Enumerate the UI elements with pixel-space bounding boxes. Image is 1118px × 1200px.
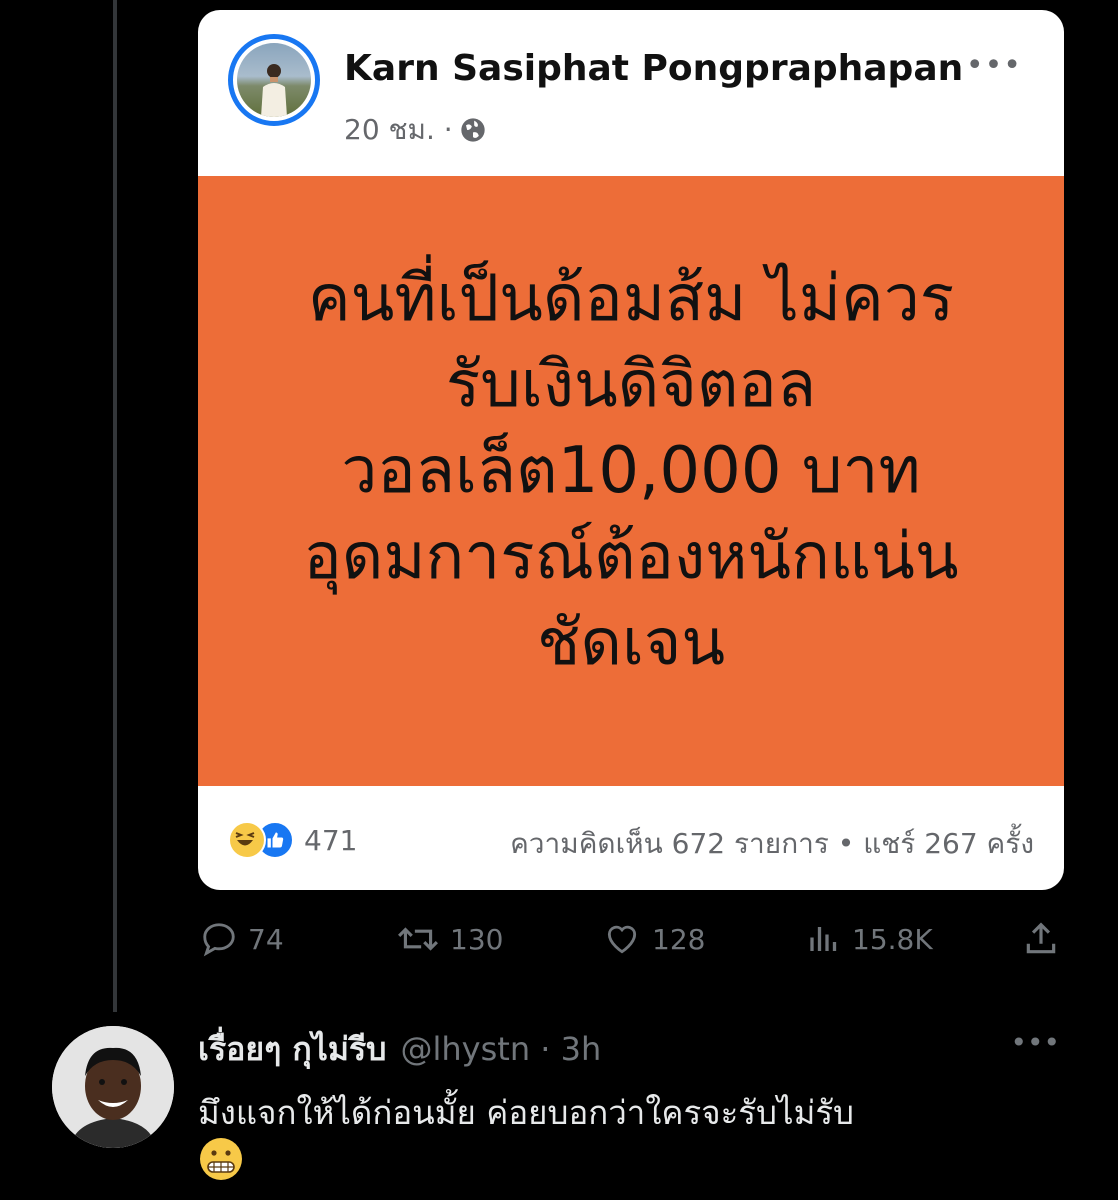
retweet-count: 130 [450,922,504,956]
fb-author-avatar [228,34,320,126]
fb-post-time: 20 ชม. · [344,113,453,146]
reply-user-avatar[interactable] [52,1026,174,1148]
retweet-icon [398,927,438,951]
post-image-text: คนที่เป็นด้อมส้ม ไม่ควร รับเงินดิจิตอล ว… [251,256,1011,686]
globe-icon [461,118,485,142]
retweet-button[interactable]: 130 [396,912,503,966]
reply-header: เรื่อยๆ กุไม่รีบ @lhystn · 3h [198,1024,601,1068]
grimacing-face-emoji-icon [198,1136,244,1182]
like-count: 128 [652,922,706,956]
share-icon [1026,922,1056,954]
like-button[interactable]: 128 [602,912,705,966]
image-text-line: วอลเล็ต10,000 บาท [341,434,921,508]
reply-icon [203,923,235,957]
fb-comments-shares[interactable]: ความคิดเห็น 672 รายการ • แชร์ 267 ครั้ง [510,822,1034,866]
tweet-action-bar: 74 130 128 15.8K [198,912,1064,966]
reaction-count: 471 [304,823,358,857]
reply-more-dots-icon[interactable]: ••• [1010,1026,1060,1059]
reply-handle-time[interactable]: @lhystn · 3h [400,1030,601,1068]
haha-emoji-icon [228,821,266,859]
view-count: 15.8K [852,922,933,956]
reply-display-name[interactable]: เรื่อยๆ กุไม่รีบ [198,1024,386,1075]
image-text-line: รับเงินดิจิตอล [445,348,817,422]
fb-author-name[interactable]: Karn Sasiphat Pongpraphapan [344,48,963,89]
fb-reactions[interactable]: 471 [228,820,357,860]
share-button[interactable] [1022,912,1060,966]
reply-button[interactable]: 74 [200,912,284,966]
image-text-line: ชัดเจน [536,606,726,680]
thread-connector-line [113,0,117,1012]
post-image-banner: คนที่เป็นด้อมส้ม ไม่ควร รับเงินดิจิตอล ว… [198,176,1064,786]
fb-post-meta: 20 ชม. · [344,108,487,152]
fb-post-header: Karn Sasiphat Pongpraphapan 20 ชม. · ••• [198,10,1064,176]
facebook-post-screenshot[interactable]: Karn Sasiphat Pongpraphapan 20 ชม. · •••… [198,10,1064,890]
reply-count: 74 [248,922,284,956]
image-text-line: คนที่เป็นด้อมส้ม ไม่ควร [307,262,955,336]
heart-icon [607,925,637,954]
reply-text: มึงแจกให้ได้ก่อนมั้ย ค่อยบอกว่าใครจะรับไ… [198,1093,854,1132]
views-button[interactable]: 15.8K [806,912,933,966]
image-text-line: อุดมการณ์ต้องหนักแน่น [303,520,959,594]
more-dots-icon[interactable]: ••• [966,48,1022,83]
views-icon [810,927,837,951]
